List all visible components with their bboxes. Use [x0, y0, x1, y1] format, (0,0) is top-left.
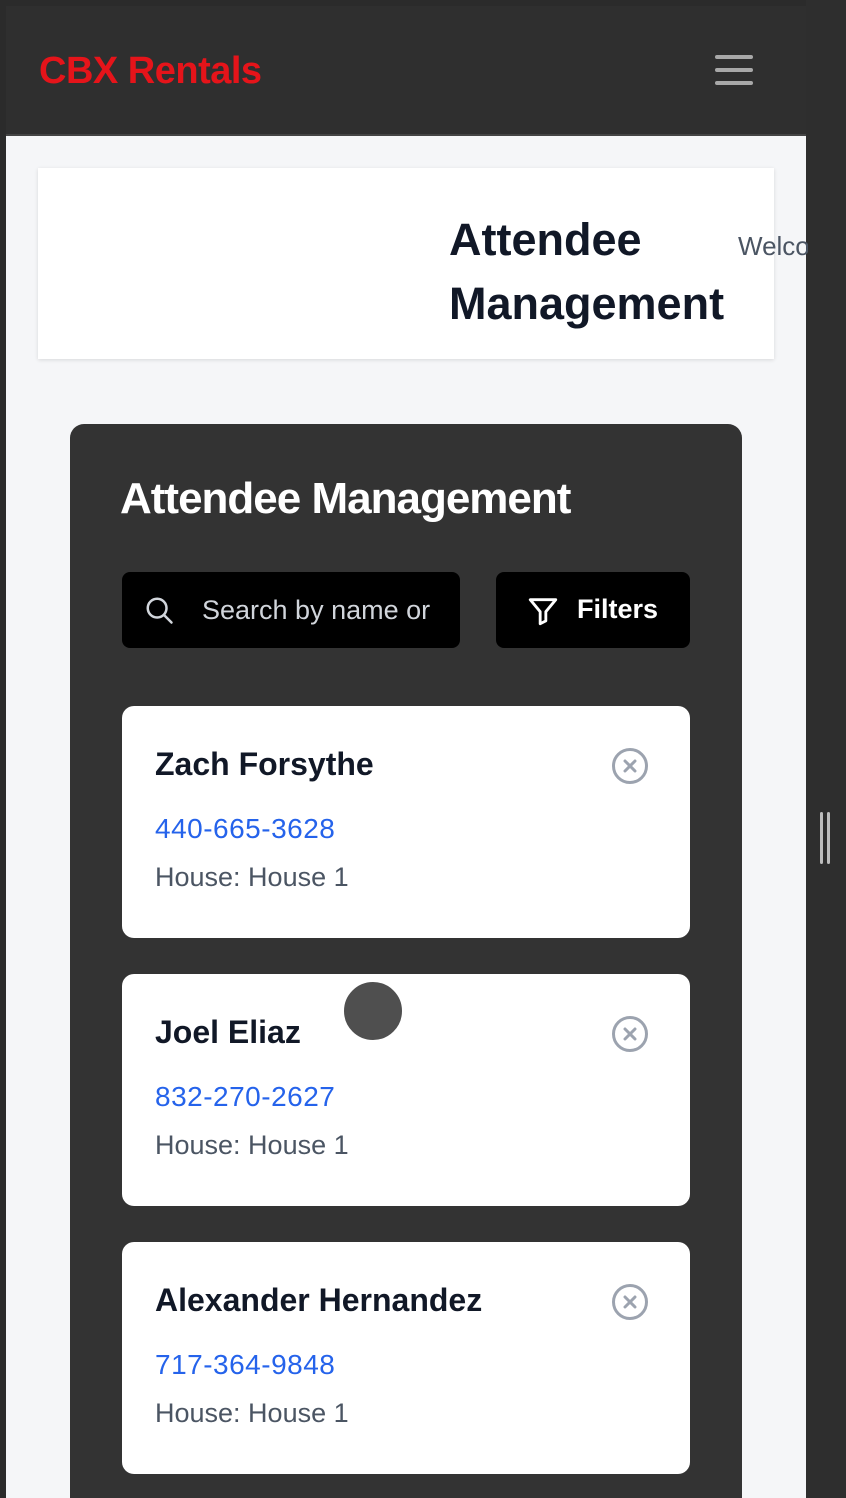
attendee-card[interactable]: Alexander Hernandez 717-364-9848 House: … — [122, 1242, 690, 1474]
filters-button[interactable]: Filters — [496, 572, 690, 648]
attendee-house: House: House 1 — [155, 1130, 349, 1160]
app-viewport: CBX Rentals Attendee Management Attendee… — [6, 6, 806, 1498]
attendee-house: House: House 1 — [155, 1398, 349, 1428]
search-icon — [146, 597, 173, 624]
attendee-name: Zach Forsythe — [155, 746, 374, 782]
resize-handle[interactable] — [820, 812, 830, 864]
attendee-card[interactable]: Joel Eliaz 832-270-2627 House: House 1 — [122, 974, 690, 1206]
attendee-card[interactable]: Zach Forsythe 440-665-3628 House: House … — [122, 706, 690, 938]
attendee-name: Alexander Hernandez — [155, 1282, 483, 1318]
attendee-phone-link[interactable]: 832-270-2627 — [155, 1081, 335, 1113]
attendee-house: House: House 1 — [155, 862, 349, 892]
page-title: Attendee Management — [449, 214, 725, 329]
brand-logo[interactable]: CBX Rentals — [39, 50, 262, 93]
touch-pointer-indicator — [343, 981, 403, 1041]
search-box[interactable] — [122, 572, 460, 648]
attendee-panel: Attendee Management Filters Zach Forsyth… — [70, 424, 742, 1498]
close-circle-icon[interactable] — [610, 1014, 650, 1054]
window-edge-strip — [806, 0, 846, 1498]
panel-title: Attendee Management — [120, 474, 571, 523]
attendee-phone-link[interactable]: 717-364-9848 — [155, 1349, 335, 1381]
search-input[interactable] — [202, 590, 438, 630]
top-navbar: CBX Rentals — [6, 6, 806, 136]
hamburger-menu-icon[interactable] — [715, 55, 753, 87]
welcome-text: Welcome, cbxa — [738, 231, 808, 261]
filter-funnel-icon — [528, 598, 558, 626]
close-circle-icon[interactable] — [610, 1282, 650, 1322]
attendee-name: Joel Eliaz — [155, 1014, 301, 1050]
attendee-phone-link[interactable]: 440-665-3628 — [155, 813, 335, 845]
close-circle-icon[interactable] — [610, 746, 650, 786]
filters-label: Filters — [577, 594, 659, 624]
page-header-card: Attendee Management — [38, 168, 774, 359]
